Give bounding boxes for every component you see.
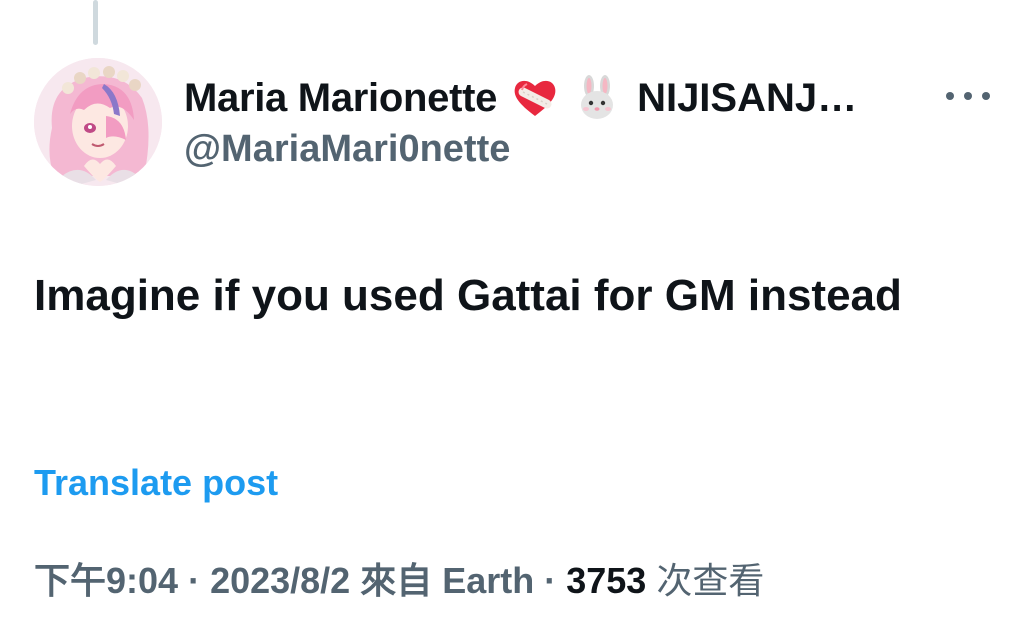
author-handle[interactable]: @MariaMari0nette bbox=[184, 128, 510, 171]
thread-connector-line bbox=[93, 0, 98, 45]
post-location: 來自 Earth bbox=[360, 560, 535, 601]
avatar-image bbox=[34, 58, 162, 186]
mending-heart-icon bbox=[511, 74, 559, 122]
post-time[interactable]: 下午9:04 bbox=[34, 552, 178, 604]
post-text: Imagine if you used Gattai for GM instea… bbox=[34, 271, 902, 320]
avatar[interactable] bbox=[34, 58, 162, 186]
translate-post-link[interactable]: Translate post bbox=[34, 462, 278, 504]
post-detail: Maria Marionette NIJISANJ… @MariaMari0ne… bbox=[0, 0, 1024, 630]
author-name-row[interactable]: Maria Marionette NIJISANJ… bbox=[184, 70, 857, 126]
views-count[interactable]: 3753 bbox=[566, 560, 646, 602]
meta-separator: · bbox=[188, 560, 201, 601]
display-name-suffix[interactable]: NIJISANJ… bbox=[637, 76, 857, 121]
more-horizontal-icon-dot bbox=[964, 92, 972, 100]
more-options-button[interactable] bbox=[944, 80, 992, 112]
more-horizontal-icon bbox=[946, 92, 954, 100]
views-label: 次查看 bbox=[656, 560, 765, 601]
rabbit-face-icon bbox=[573, 74, 621, 122]
more-horizontal-icon-dot bbox=[982, 92, 990, 100]
post-metadata: 下午9:04 · 2023/8/2 來自 Earth · 3753 次查看 bbox=[34, 552, 764, 604]
display-name[interactable]: Maria Marionette bbox=[184, 76, 497, 121]
post-date[interactable]: 2023/8/2 bbox=[210, 560, 350, 602]
meta-separator: · bbox=[544, 560, 557, 601]
